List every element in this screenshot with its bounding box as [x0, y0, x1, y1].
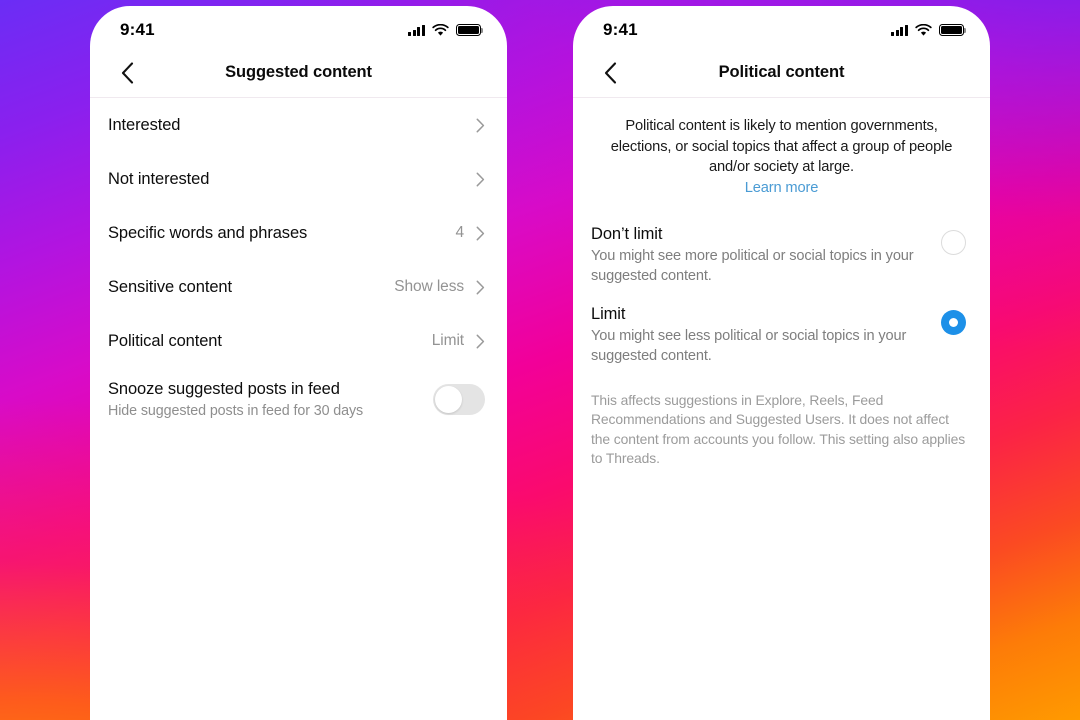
option-title: Limit	[591, 304, 626, 323]
row-value: Show less	[394, 278, 464, 295]
chevron-right-icon	[476, 280, 485, 294]
list-item-political-content[interactable]: Political content Limit	[90, 314, 507, 368]
suggested-content-list: Interested Not interested Specific words…	[90, 98, 507, 431]
back-button[interactable]	[593, 56, 627, 90]
status-time: 9:41	[120, 20, 155, 39]
row-label: Interested	[108, 115, 181, 134]
row-value: 4	[455, 224, 464, 241]
option-subtitle: You might see less political or social t…	[591, 327, 907, 365]
page-title: Suggested content	[225, 63, 372, 81]
option-dont-limit[interactable]: Don’t limit You might see more political…	[573, 215, 990, 295]
back-button[interactable]	[110, 56, 144, 90]
battery-full-icon	[456, 23, 484, 37]
row-label: Specific words and phrases	[108, 223, 308, 242]
option-text-block: Don’t limit You might see more political…	[591, 223, 941, 287]
status-time: 9:41	[603, 20, 638, 39]
snooze-text-block: Snooze suggested posts in feed Hide sugg…	[108, 378, 433, 421]
chevron-right-icon	[476, 226, 485, 240]
battery-full-icon	[939, 23, 967, 37]
chevron-right-icon	[476, 118, 485, 132]
radio-button-dont-limit[interactable]	[941, 229, 966, 255]
option-text-block: Limit You might see less political or so…	[591, 303, 941, 367]
option-limit[interactable]: Limit You might see less political or so…	[573, 295, 990, 375]
wifi-icon	[432, 23, 449, 36]
radio-button-limit[interactable]	[941, 309, 966, 335]
row-value: Limit	[431, 332, 464, 349]
status-icons	[408, 23, 484, 37]
list-item-sensitive-content[interactable]: Sensitive content Show less	[90, 260, 507, 314]
description-block: Political content is likely to mention g…	[573, 98, 990, 197]
status-bar-right: 9:41	[573, 6, 990, 48]
nav-bar-right: Political content	[573, 48, 990, 98]
row-label: Not interested	[108, 169, 210, 188]
political-content-options: Don’t limit You might see more political…	[573, 197, 990, 375]
list-item-not-interested[interactable]: Not interested	[90, 152, 507, 206]
status-icons	[891, 23, 967, 37]
option-subtitle: You might see more political or social t…	[591, 247, 914, 285]
chevron-left-icon	[604, 61, 616, 84]
row-label: Sensitive content	[108, 277, 232, 296]
description-text: Political content is likely to mention g…	[610, 118, 953, 175]
radio-inner-dot	[949, 317, 958, 327]
chevron-right-icon	[476, 172, 485, 186]
chevron-right-icon	[476, 334, 485, 348]
list-item-specific-words-and-phrases[interactable]: Specific words and phrases 4	[90, 206, 507, 260]
cellular-signal-icon	[408, 24, 425, 36]
learn-more-link[interactable]: Learn more	[745, 180, 819, 196]
status-bar-left: 9:41	[90, 6, 507, 48]
cellular-signal-icon	[891, 24, 908, 36]
snooze-title: Snooze suggested posts in feed	[108, 380, 340, 398]
wifi-icon	[915, 23, 932, 36]
page-title: Political content	[718, 63, 845, 81]
list-item-snooze-suggested-posts[interactable]: Snooze suggested posts in feed Hide sugg…	[90, 368, 507, 431]
chevron-left-icon	[121, 61, 133, 84]
toggle-knob	[435, 386, 462, 413]
phone-left-suggested-content: 9:41 Suggested content Interested Not in…	[90, 6, 507, 720]
snooze-toggle-switch[interactable]	[433, 384, 485, 415]
phone-right-political-content: 9:41 Political content Political content…	[573, 6, 990, 720]
nav-bar-left: Suggested content	[90, 48, 507, 98]
option-title: Don’t limit	[591, 224, 663, 243]
list-item-interested[interactable]: Interested	[90, 98, 507, 152]
row-label: Political content	[108, 331, 222, 350]
footnote-text: This affects suggestions in Explore, Ree…	[591, 391, 966, 467]
snooze-subtitle: Hide suggested posts in feed for 30 days	[108, 403, 364, 419]
